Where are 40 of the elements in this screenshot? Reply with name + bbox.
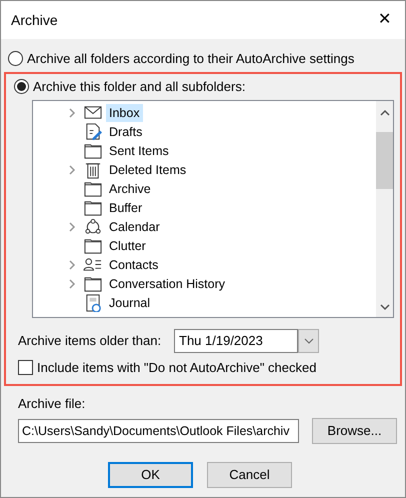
folder-icon — [82, 274, 104, 292]
date-field[interactable]: Thu 1/19/2023 — [174, 329, 298, 353]
folder-icon — [82, 198, 104, 216]
chevron-down-icon — [304, 338, 314, 344]
folder-item[interactable]: Deleted Items — [106, 160, 190, 178]
folder-item[interactable]: Buffer — [106, 198, 146, 216]
dialog-button[interactable]: Cancel — [207, 462, 292, 488]
dialog-button[interactable]: OK — [108, 462, 193, 488]
folder-item[interactable]: Calendar — [106, 218, 163, 236]
folder-icon — [82, 180, 104, 198]
window-title: Archive — [11, 10, 58, 30]
radio-button[interactable] — [14, 78, 29, 94]
folder-item[interactable]: Sent Items — [106, 142, 172, 160]
folder-icon — [82, 142, 104, 160]
expand-chevron-icon[interactable] — [69, 164, 76, 174]
folder-icon — [82, 236, 104, 254]
envelope-icon — [82, 104, 104, 122]
option-label: Archive all folders according to their AutoArchive settings — [27, 50, 354, 68]
folder-item[interactable]: Inbox — [106, 104, 143, 122]
folder-item[interactable]: Archive — [106, 180, 154, 198]
close-button[interactable]: ✕ — [374, 12, 395, 28]
contacts-icon — [82, 256, 104, 274]
expand-chevron-icon[interactable] — [69, 222, 76, 232]
scrollbar[interactable] — [376, 101, 393, 317]
field-label: Archive file: — [18, 394, 86, 412]
field-label: Archive items older than: — [18, 332, 162, 350]
dropdown-button[interactable] — [298, 329, 319, 353]
browse-button[interactable]: Browse... — [312, 418, 397, 444]
folder-item[interactable]: Journal — [106, 294, 153, 312]
radio-button[interactable] — [8, 51, 23, 66]
checkbox-label: Include items with "Do not AutoArchive" checked — [37, 359, 316, 377]
folder-item[interactable]: Drafts — [106, 122, 146, 140]
scrollbar-thumb[interactable] — [376, 132, 393, 189]
folder-item[interactable]: Clutter — [106, 236, 149, 254]
folder-item[interactable]: Contacts — [106, 256, 162, 274]
folder-item[interactable]: Conversation History — [106, 274, 228, 292]
option-label: Archive this folder and all subfolders: — [33, 78, 246, 96]
checkbox[interactable] — [18, 360, 33, 376]
expand-chevron-icon[interactable] — [69, 108, 76, 118]
file-path-field[interactable]: C:\Users\Sandy\Documents\Outlook Files\archiv — [18, 419, 299, 443]
